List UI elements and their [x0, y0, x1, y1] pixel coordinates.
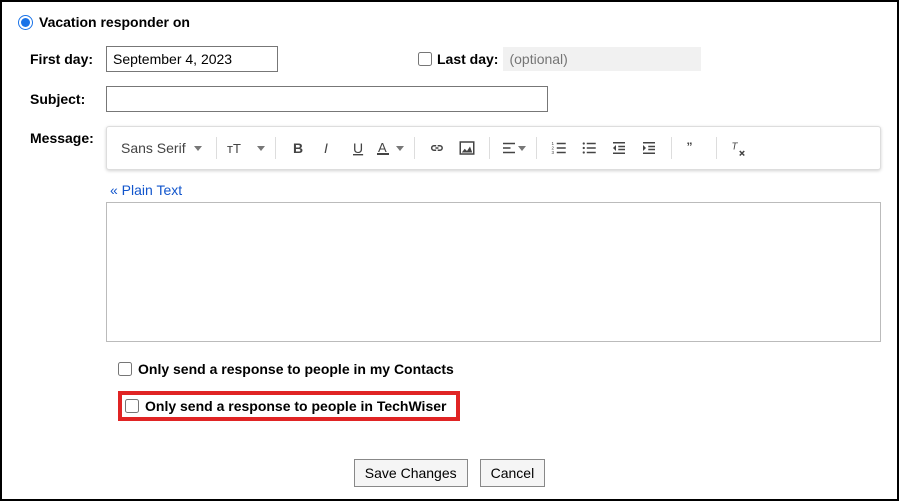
- toolbar-separator: [716, 137, 717, 159]
- svg-text:”: ”: [686, 140, 692, 154]
- indent-more-icon: [640, 139, 658, 157]
- message-textarea[interactable]: [106, 202, 881, 342]
- font-size-icon: ᴛT: [227, 139, 257, 157]
- bold-button[interactable]: B: [284, 133, 312, 163]
- image-icon: [458, 139, 476, 157]
- indent-less-icon: [610, 139, 628, 157]
- remove-formatting-button[interactable]: T: [725, 133, 753, 163]
- svg-text:T: T: [731, 142, 738, 153]
- org-only-label: Only send a response to people in TechWi…: [145, 398, 446, 414]
- subject-input[interactable]: [106, 86, 548, 112]
- last-day-input[interactable]: [503, 47, 701, 71]
- toolbar-separator: [536, 137, 537, 159]
- toolbar-separator: [671, 137, 672, 159]
- highlighted-org-option: Only send a response to people in TechWi…: [118, 391, 460, 421]
- toolbar-separator: [414, 137, 415, 159]
- remove-formatting-icon: T: [730, 139, 748, 157]
- chevron-down-icon: [518, 146, 526, 151]
- svg-text:3: 3: [551, 150, 554, 155]
- align-icon: [500, 139, 518, 157]
- save-changes-button[interactable]: Save Changes: [354, 459, 468, 487]
- formatting-toolbar: Sans Serif ᴛT B I U A: [106, 126, 881, 170]
- numbered-list-icon: 123: [550, 139, 568, 157]
- vacation-responder-on-row: Vacation responder on: [18, 14, 881, 30]
- underline-icon: U: [350, 140, 366, 156]
- text-color-button[interactable]: A: [374, 133, 406, 163]
- message-label: Message:: [18, 126, 106, 146]
- last-day-group: Last day:: [418, 47, 701, 71]
- contacts-only-label: Only send a response to people in my Con…: [138, 361, 454, 377]
- toolbar-separator: [489, 137, 490, 159]
- vacation-responder-on-label: Vacation responder on: [39, 14, 190, 30]
- options-section: Only send a response to people in my Con…: [118, 361, 881, 421]
- italic-button[interactable]: I: [314, 133, 342, 163]
- text-color-icon: A: [376, 140, 396, 156]
- footer-buttons: Save Changes Cancel: [2, 459, 897, 487]
- italic-icon: I: [320, 140, 336, 156]
- numbered-list-button[interactable]: 123: [545, 133, 573, 163]
- font-size-button[interactable]: ᴛT: [225, 133, 267, 163]
- subject-row: Subject:: [18, 86, 881, 112]
- subject-label: Subject:: [18, 91, 106, 107]
- contacts-only-checkbox[interactable]: [118, 362, 132, 376]
- toolbar-separator: [216, 137, 217, 159]
- org-only-checkbox[interactable]: [125, 399, 139, 413]
- last-day-checkbox[interactable]: [418, 52, 432, 66]
- chevron-down-icon: [396, 146, 404, 151]
- svg-text:U: U: [353, 140, 363, 156]
- message-row: Message: Sans Serif ᴛT B I U: [18, 126, 881, 345]
- align-button[interactable]: [498, 133, 528, 163]
- first-day-input[interactable]: [106, 46, 278, 72]
- svg-text:B: B: [293, 140, 303, 156]
- bulleted-list-button[interactable]: [575, 133, 603, 163]
- editor-area: Sans Serif ᴛT B I U A: [106, 126, 881, 345]
- vacation-responder-on-radio[interactable]: [18, 15, 33, 30]
- link-button[interactable]: [423, 133, 451, 163]
- font-family-select[interactable]: Sans Serif: [115, 140, 208, 156]
- quote-button[interactable]: ”: [680, 133, 708, 163]
- contacts-only-row: Only send a response to people in my Con…: [118, 361, 881, 377]
- svg-text:A: A: [378, 140, 387, 155]
- insert-image-button[interactable]: [453, 133, 481, 163]
- indent-less-button[interactable]: [605, 133, 633, 163]
- svg-text:I: I: [324, 140, 328, 156]
- last-day-label: Last day:: [437, 51, 498, 67]
- bold-icon: B: [290, 140, 306, 156]
- cancel-button[interactable]: Cancel: [480, 459, 546, 487]
- underline-button[interactable]: U: [344, 133, 372, 163]
- toolbar-separator: [275, 137, 276, 159]
- bulleted-list-icon: [580, 139, 598, 157]
- font-family-label: Sans Serif: [121, 140, 186, 156]
- quote-icon: ”: [685, 139, 703, 157]
- first-day-label: First day:: [18, 51, 106, 67]
- plain-text-link[interactable]: « Plain Text: [110, 182, 182, 198]
- chevron-down-icon: [194, 146, 202, 151]
- indent-more-button[interactable]: [635, 133, 663, 163]
- svg-text:ᴛT: ᴛT: [227, 141, 241, 156]
- link-icon: [428, 139, 446, 157]
- chevron-down-icon: [257, 146, 265, 151]
- date-row: First day: Last day:: [18, 46, 881, 72]
